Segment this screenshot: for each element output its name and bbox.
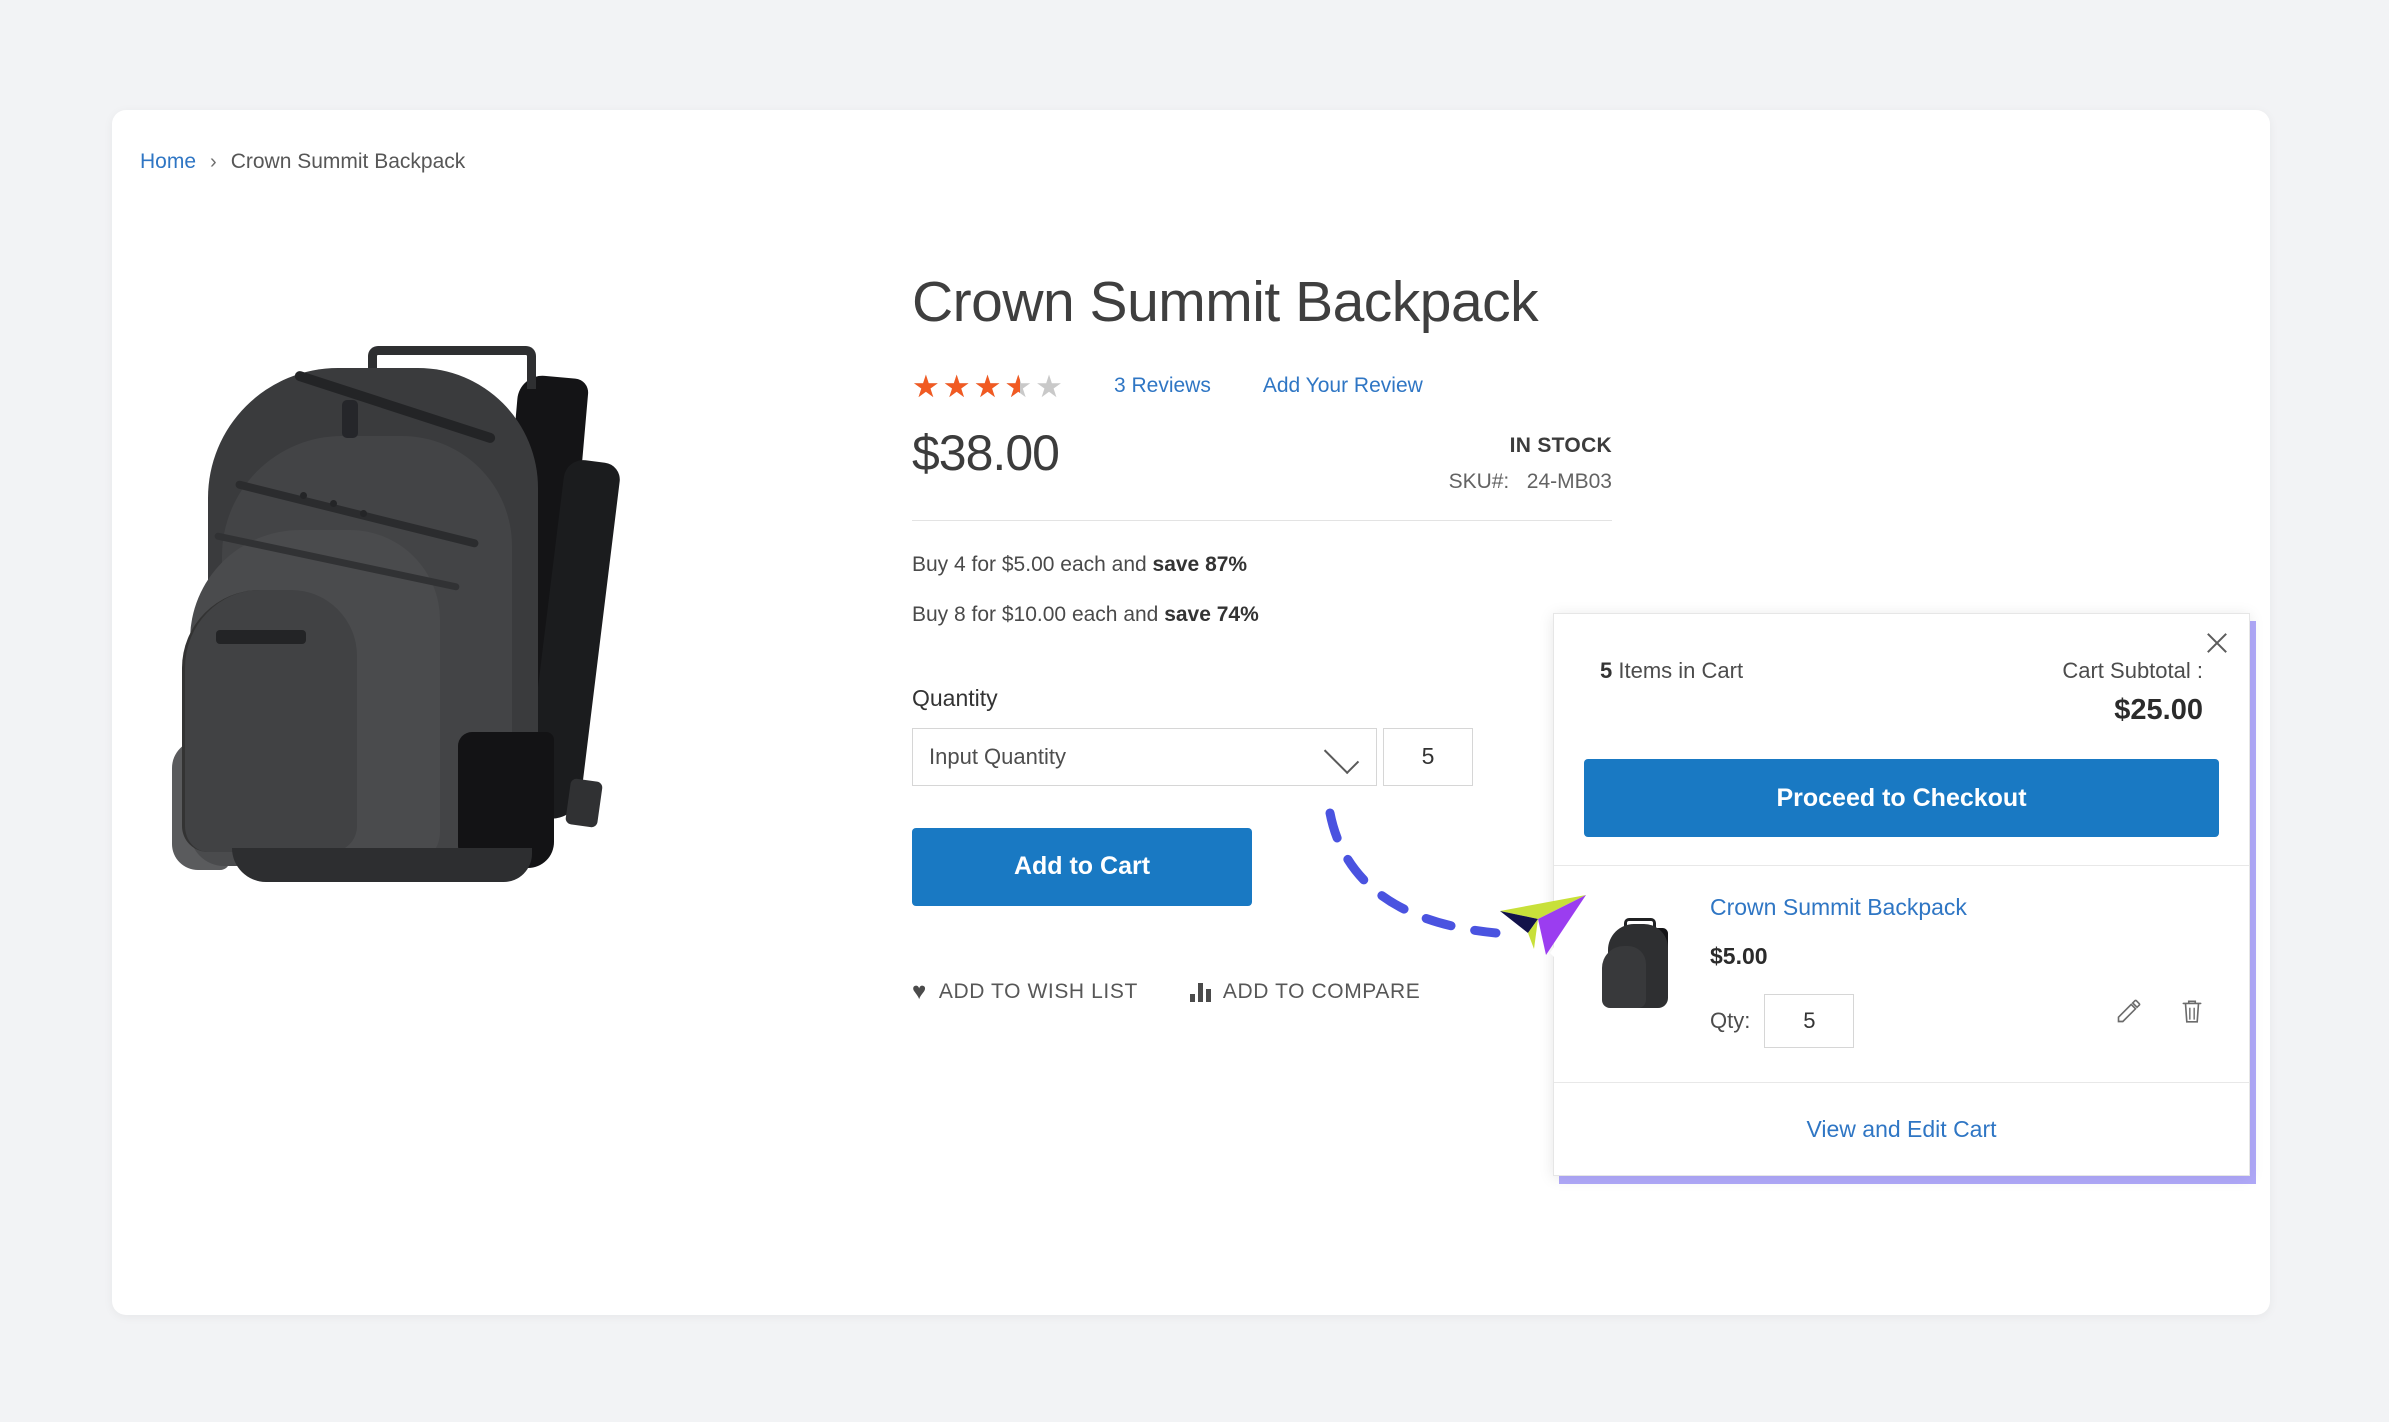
- minicart-panel: 5 Items in Cart Cart Subtotal : $25.00 P…: [1553, 613, 2250, 1176]
- divider: [912, 519, 1612, 521]
- add-your-review-link[interactable]: Add Your Review: [1263, 374, 1423, 398]
- price-row: $38.00 IN STOCK SKU#: 24-MB03: [912, 424, 1612, 516]
- add-to-compare-label: ADD TO COMPARE: [1222, 979, 1421, 1003]
- minicart-subtotal-label: Cart Subtotal :: [2062, 658, 2203, 683]
- minicart-subtotal-value: $25.00: [2114, 694, 2203, 726]
- page-title: Crown Summit Backpack: [912, 270, 1539, 334]
- star-rating[interactable]: ★★★★★ ★★★★★: [912, 371, 1066, 402]
- sku-row: SKU#: 24-MB03: [1449, 470, 1612, 494]
- minicart-item-thumbnail[interactable]: [1594, 916, 1684, 1012]
- minicart-item-price: $5.00: [1710, 943, 1768, 969]
- backpack-vent-dot: [300, 492, 307, 499]
- minicart-subtotal: Cart Subtotal : $25.00: [2062, 658, 2203, 727]
- tier-price-2-savings: save 74%: [1164, 602, 1259, 626]
- add-to-cart-button[interactable]: Add to Cart: [912, 827, 1252, 906]
- backpack-buckle: [564, 777, 604, 829]
- chevron-down-icon: [1323, 738, 1360, 775]
- quantity-select[interactable]: Input Quantity: [912, 727, 1377, 786]
- backpack-vent-dot: [330, 500, 337, 507]
- minicart-item-details: Crown Summit Backpack $5.00 Qty: 5: [1710, 894, 1967, 1048]
- add-to-compare-link[interactable]: ADD TO COMPARE: [1189, 979, 1421, 1004]
- backpack-base-shadow: [232, 848, 532, 882]
- quantity-label: Quantity: [912, 684, 998, 711]
- minicart-qty-label: Qty:: [1710, 1008, 1751, 1033]
- minicart-count-label: Items in Cart: [1612, 658, 1744, 683]
- sku-value: 24-MB03: [1526, 469, 1612, 493]
- stock-column: IN STOCK SKU#: 24-MB03: [1449, 434, 1612, 494]
- sku-label: SKU#:: [1448, 469, 1510, 493]
- product-social-links: ♥ ADD TO WISH LIST ADD TO COMPARE: [912, 977, 1612, 1005]
- product-info: Crown Summit Backpack ★★★★★ ★★★★★ 3 Revi…: [912, 270, 1612, 1004]
- proceed-to-checkout-button[interactable]: Proceed to Checkout: [1584, 759, 2219, 837]
- add-to-wishlist-label: ADD TO WISH LIST: [938, 979, 1138, 1003]
- breadcrumb-current: Crown Summit Backpack: [230, 150, 466, 173]
- minicart-count-value: 5: [1600, 658, 1613, 683]
- breadcrumb-separator-icon: ›: [210, 150, 217, 173]
- product-image-backpack[interactable]: [172, 340, 652, 900]
- close-icon[interactable]: [2201, 628, 2231, 658]
- tier-price-1-text: Buy 4 for $5.00 each and: [912, 552, 1153, 576]
- minicart-qty-input[interactable]: 5: [1764, 994, 1855, 1048]
- breadcrumb-home-link[interactable]: Home: [140, 150, 196, 174]
- quantity-row: Input Quantity 5: [912, 727, 1612, 786]
- stars-filled-icon: ★★★★★: [912, 370, 1020, 402]
- reviews-link[interactable]: 3 Reviews: [1114, 374, 1211, 398]
- breadcrumb: Home › Crown Summit Backpack: [140, 150, 465, 174]
- minicart-items-count: 5 Items in Cart: [1600, 658, 1743, 684]
- backpack-clip: [216, 630, 306, 644]
- rating-row: ★★★★★ ★★★★★ 3 Reviews Add Your Review: [912, 371, 1612, 402]
- backpack-vent-dot: [360, 510, 367, 517]
- minicart-list-item: Crown Summit Backpack $5.00 Qty: 5: [1554, 866, 2249, 1082]
- tier-price-2: Buy 8 for $10.00 each and save 74%: [912, 603, 1612, 627]
- minicart-item-qty-row: Qty: 5: [1710, 994, 1967, 1048]
- minicart-item-actions: [2115, 996, 2205, 1026]
- product-gallery[interactable]: [132, 310, 912, 1010]
- tier-price-1: Buy 4 for $5.00 each and save 87%: [912, 553, 1612, 577]
- minicart-header: 5 Items in Cart Cart Subtotal : $25.00: [1554, 614, 2249, 727]
- quantity-select-value: Input Quantity: [929, 743, 1066, 769]
- view-and-edit-cart-link[interactable]: View and Edit Cart: [1806, 1116, 1996, 1143]
- bar-chart-icon: [1189, 982, 1211, 1002]
- minicart-footer: View and Edit Cart: [1554, 1082, 2249, 1175]
- minicart-item-name-link[interactable]: Crown Summit Backpack: [1710, 894, 1967, 921]
- trash-icon[interactable]: [2179, 996, 2205, 1026]
- tier-price-2-text: Buy 8 for $10.00 each and: [912, 602, 1165, 626]
- backpack-zipper-pull: [342, 400, 358, 438]
- thumb-front: [1602, 946, 1646, 1008]
- status-badge: IN STOCK: [1509, 433, 1612, 457]
- add-to-wishlist-link[interactable]: ♥ ADD TO WISH LIST: [912, 977, 1138, 1005]
- heart-icon: ♥: [912, 977, 927, 1005]
- tier-price-1-savings: save 87%: [1152, 552, 1248, 576]
- quantity-input[interactable]: 5: [1383, 727, 1473, 786]
- pencil-icon[interactable]: [2115, 997, 2143, 1025]
